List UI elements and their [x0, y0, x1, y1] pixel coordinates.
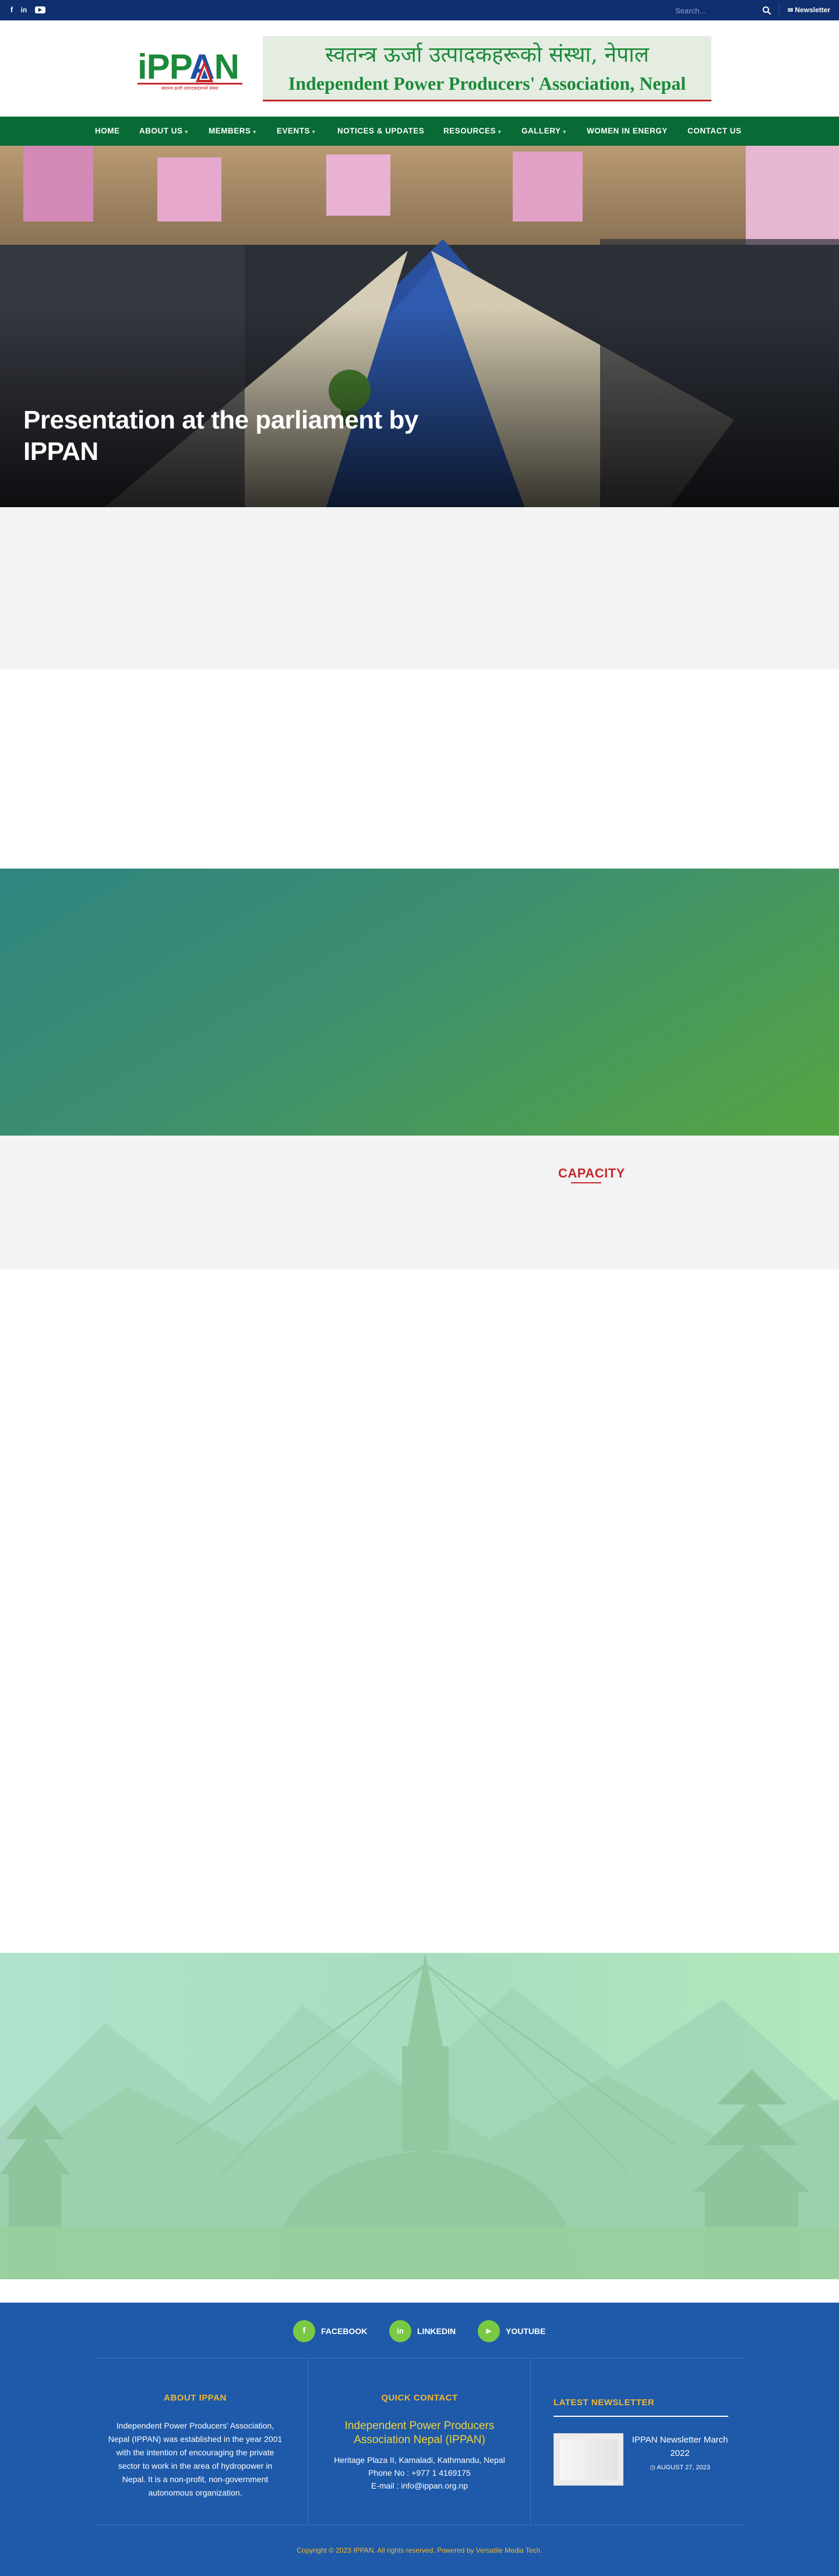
- contact-address: Heritage Plaza II, Kamaladi, Kathmandu, …: [334, 2455, 505, 2465]
- content-section-white-large: [0, 1270, 839, 1953]
- kathmandu-skyline-illustration: [0, 1953, 839, 2279]
- linkedin-icon[interactable]: in: [20, 6, 28, 14]
- chevron-down-icon: ▾: [185, 129, 188, 135]
- nav-contact-us[interactable]: CONTACT US: [688, 117, 742, 146]
- nav-women-in-energy[interactable]: WOMEN IN ENERGY: [587, 117, 668, 146]
- ippan-logo[interactable]: iPPAN स्वतन्त्र ऊर्जा उत्पादकहरूको संस्थ…: [138, 50, 242, 92]
- skyline-art: [0, 1953, 839, 2279]
- nav-label: GALLERY: [521, 126, 561, 135]
- nav-label: HOME: [95, 126, 120, 135]
- newsletter-date: ◷ AUGUST 27, 2023: [630, 2463, 729, 2471]
- hero-slider[interactable]: Presentation at the parliament by IPPAN: [0, 146, 839, 507]
- nav-resources[interactable]: RESOURCES ▾: [443, 117, 501, 146]
- capacity-section: [0, 1136, 839, 1270]
- thumbnail-placeholder: [560, 2440, 618, 2480]
- chevron-down-icon: ▾: [498, 129, 502, 135]
- nav-label: CONTACT US: [688, 126, 742, 135]
- chevron-down-icon: ▾: [253, 129, 256, 135]
- facebook-icon: f: [293, 2320, 315, 2342]
- logo-wordmark: iPPAN: [138, 47, 239, 86]
- nav-events[interactable]: EVENTS ▾: [277, 117, 315, 146]
- contact-email[interactable]: E-mail : info@ippan.org.np: [330, 2480, 509, 2491]
- spacer: [0, 2279, 839, 2303]
- main-nav: HOME ABOUT US ▾ MEMBERS ▾ EVENTS ▾ NOTICES …: [0, 117, 839, 146]
- content-section-grey: [0, 507, 839, 669]
- footer-divider: [93, 2358, 746, 2359]
- newsletter-label: Newsletter: [795, 6, 830, 14]
- logo-tagline: स्वतन्त्र ऊर्जा उत्पादकहरूको संस्था: [161, 86, 218, 91]
- footer-column-divider: [530, 2359, 531, 2524]
- nav-about-us[interactable]: ABOUT US ▾: [139, 117, 188, 146]
- nav-label: WOMEN IN ENERGY: [587, 126, 668, 135]
- linkedin-icon: in: [389, 2320, 411, 2342]
- top-bar: f in ▶ ✉ Newsletter: [0, 0, 839, 20]
- logo-emblem-icon: [196, 60, 213, 82]
- search-icon[interactable]: [762, 6, 771, 15]
- social-label: FACEBOOK: [321, 2327, 368, 2336]
- latest-newsletter-heading: LATEST NEWSLETTER: [554, 2398, 655, 2408]
- nav-label: RESOURCES: [443, 126, 496, 135]
- search-input[interactable]: [673, 4, 760, 17]
- nav-label: EVENTS: [277, 126, 311, 135]
- association-banner: स्वतन्त्र ऊर्जा उत्पादकहरूको संस्था, नेप…: [263, 36, 711, 101]
- newsletter-title[interactable]: IPPAN Newsletter March 2022: [630, 2433, 729, 2460]
- newsletter-link[interactable]: ✉ Newsletter: [788, 6, 830, 15]
- nav-members[interactable]: MEMBERS ▾: [209, 117, 256, 146]
- youtube-icon[interactable]: ▶: [35, 6, 45, 13]
- hero-title[interactable]: Presentation at the parliament by IPPAN: [23, 405, 443, 468]
- about-text: Independent Power Producers' Association…: [108, 2421, 283, 2497]
- chevron-down-icon: ▾: [563, 129, 566, 135]
- stats-section-gradient: [0, 869, 839, 1136]
- chevron-down-icon: ▾: [312, 129, 316, 135]
- nav-gallery[interactable]: GALLERY ▾: [521, 117, 566, 146]
- content-section-white: [0, 669, 839, 869]
- youtube-icon: ▶: [478, 2320, 500, 2342]
- social-label: LINKEDIN: [417, 2327, 456, 2336]
- nav-label: MEMBERS: [209, 126, 251, 135]
- divider: [779, 3, 780, 17]
- capacity-heading: CAPACITY: [558, 1166, 625, 1180]
- newsletter-thumbnail[interactable]: [554, 2433, 623, 2486]
- logo-rule: [138, 83, 242, 85]
- mail-icon: ✉: [788, 7, 795, 14]
- nav-notices-updates[interactable]: NOTICES & UPDATES: [337, 117, 424, 146]
- social-label: YOUTUBE: [506, 2327, 546, 2336]
- site-header: iPPAN स्वतन्त्र ऊर्जा उत्पादकहरूको संस्थ…: [0, 20, 839, 117]
- contact-org-name: Independent Power Producers Association …: [344, 2420, 495, 2446]
- heading-underline: [571, 1182, 601, 1183]
- contact-phone[interactable]: Phone No : +977 1 4169175: [330, 2467, 509, 2479]
- banner-english-title: Independent Power Producers' Association…: [288, 73, 686, 94]
- facebook-icon[interactable]: f: [8, 6, 16, 14]
- banner-nepali-title: स्वतन्त्र ऊर्जा उत्पादकहरूको संस्था, नेप…: [325, 42, 649, 67]
- about-heading: ABOUT IPPAN: [164, 2393, 227, 2403]
- heading-underline: [554, 2416, 728, 2417]
- nav-label: ABOUT US: [139, 126, 183, 135]
- quick-contact-heading: QUICK CONTACT: [381, 2393, 458, 2403]
- newsletter-date-text: AUGUST 27, 2023: [657, 2464, 710, 2471]
- clock-icon: ◷: [650, 2464, 657, 2471]
- copyright-text: Copyright © 2023 IPPAN. All rights reser…: [297, 2546, 542, 2554]
- nav-label: NOTICES & UPDATES: [337, 126, 425, 135]
- nav-home[interactable]: HOME: [95, 117, 120, 146]
